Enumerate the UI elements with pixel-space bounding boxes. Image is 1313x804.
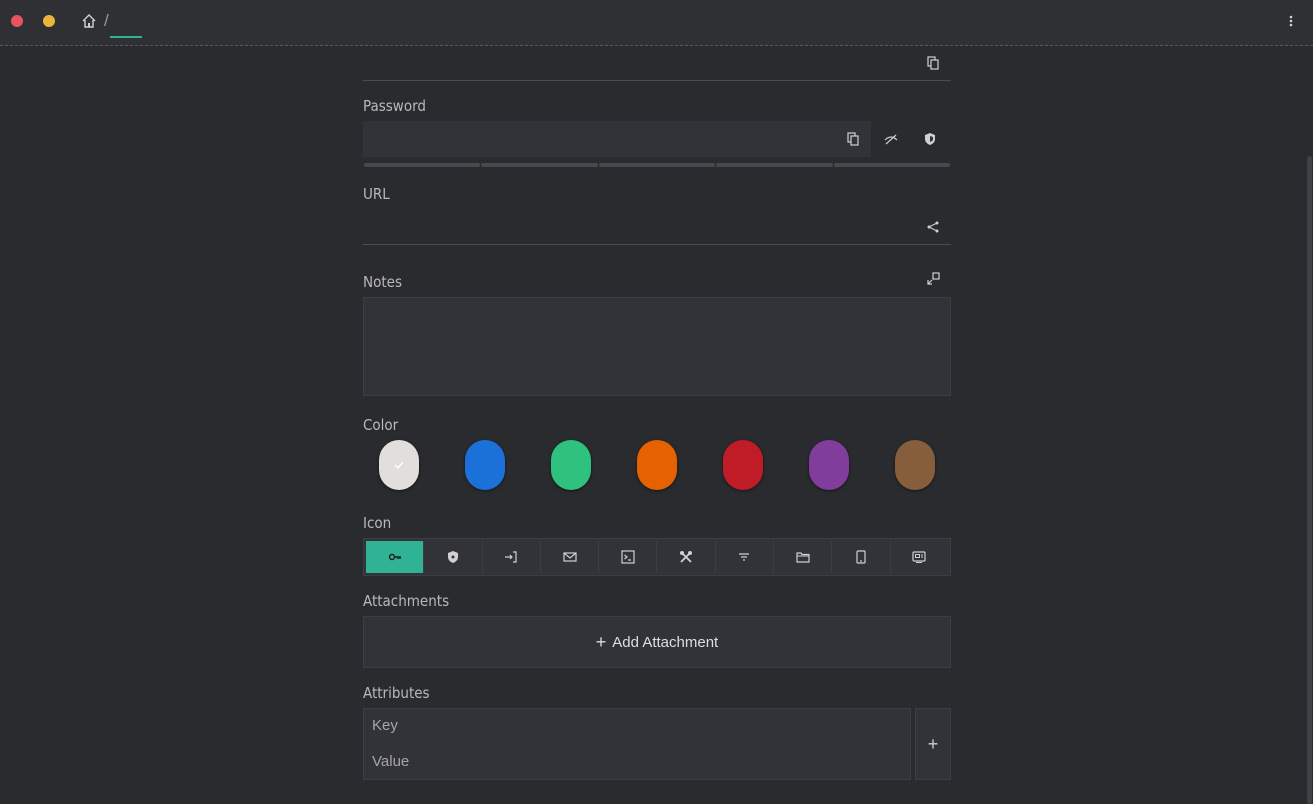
color-swatch-orange[interactable] <box>637 440 677 490</box>
envelope-icon <box>562 552 577 562</box>
color-swatch-green[interactable] <box>551 440 591 490</box>
title-bar: / <box>0 0 1313 46</box>
more-vertical-icon[interactable] <box>1284 12 1298 30</box>
color-swatch-blue[interactable] <box>465 440 505 490</box>
icon-option-login[interactable] <box>483 541 541 573</box>
url-field-underline[interactable] <box>363 244 951 245</box>
icon-option-filter[interactable] <box>716 541 775 573</box>
notes-label: Notes <box>363 273 402 291</box>
breadcrumb-separator: / <box>104 11 109 30</box>
url-label: URL <box>363 185 390 203</box>
tablet-icon <box>856 550 866 564</box>
password-label: Password <box>363 97 426 115</box>
username-field-underline[interactable] <box>363 80 951 81</box>
shield-icon[interactable] <box>919 128 941 150</box>
icon-option-terminal[interactable] <box>599 541 658 573</box>
breadcrumb-entry-name[interactable] <box>110 14 142 38</box>
home-icon[interactable] <box>81 13 97 29</box>
icon-option-tools[interactable] <box>657 541 716 573</box>
eye-off-icon[interactable] <box>880 128 902 150</box>
password-strength-meter <box>363 163 951 169</box>
copy-icon[interactable] <box>842 128 864 150</box>
plus-icon: + <box>595 631 607 652</box>
attribute-value-input[interactable]: Value <box>372 753 409 770</box>
close-window-button[interactable] <box>11 15 23 27</box>
color-label: Color <box>363 416 399 434</box>
attributes-label: Attributes <box>363 684 430 702</box>
color-swatch-purple[interactable] <box>809 440 849 490</box>
scrollbar-thumb[interactable] <box>1307 156 1312 804</box>
expand-icon[interactable] <box>922 268 944 290</box>
attribute-key-input[interactable]: Key <box>372 717 398 734</box>
checkmark-icon <box>394 461 404 470</box>
screen-icon <box>912 551 926 563</box>
add-attribute-button[interactable]: + <box>915 708 951 780</box>
icon-option-screen[interactable] <box>891 541 948 573</box>
notes-textarea[interactable] <box>363 297 951 396</box>
icon-option-shield[interactable] <box>424 541 483 573</box>
attribute-editor: Key Value <box>363 708 911 780</box>
add-attachment-label: Add Attachment <box>612 633 719 651</box>
login-icon <box>505 551 517 563</box>
icon-option-envelope[interactable] <box>541 541 600 573</box>
icon-option-key[interactable] <box>366 541 425 573</box>
add-attachment-button[interactable]: + Add Attachment <box>363 616 951 668</box>
key-icon <box>388 553 401 561</box>
icon-option-folder[interactable] <box>774 541 833 573</box>
filter-icon <box>739 553 750 561</box>
color-swatch-red[interactable] <box>723 440 763 490</box>
color-swatch-brown[interactable] <box>895 440 935 490</box>
password-input[interactable] <box>363 121 871 157</box>
tools-icon <box>680 551 693 563</box>
folder-icon <box>796 552 810 563</box>
color-swatch-white[interactable] <box>379 440 419 490</box>
icon-label: Icon <box>363 514 392 532</box>
terminal-icon <box>621 550 635 564</box>
attachments-label: Attachments <box>363 592 450 610</box>
share-icon[interactable] <box>922 216 944 238</box>
icon-selector <box>363 538 951 576</box>
copy-icon[interactable] <box>922 52 944 74</box>
shield-icon <box>447 551 458 563</box>
minimize-window-button[interactable] <box>43 15 55 27</box>
icon-option-tablet[interactable] <box>832 541 891 573</box>
